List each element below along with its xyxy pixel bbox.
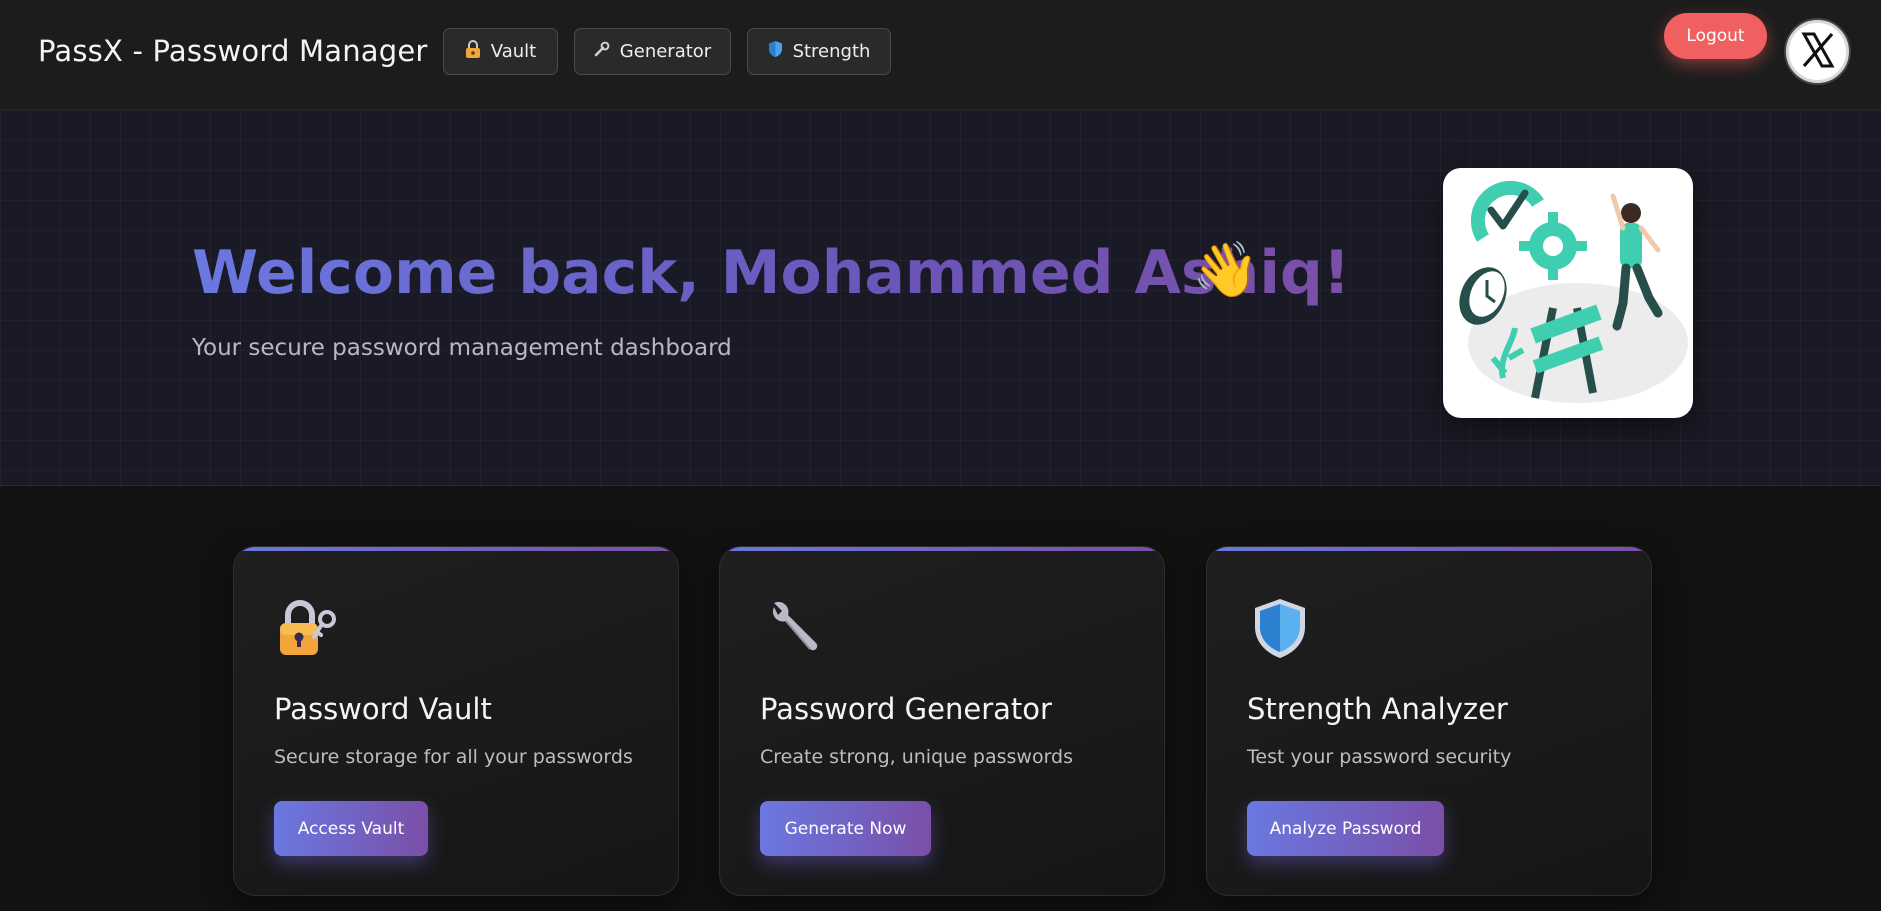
nav-strength-label: Strength (792, 41, 871, 62)
nav-strength-button[interactable]: Strength (747, 28, 891, 75)
strength-card: Strength Analyzer Test your password sec… (1206, 546, 1652, 896)
strength-card-description: Test your password security (1247, 746, 1512, 768)
top-bar: PassX - Password Manager Vault Generator (0, 0, 1881, 110)
wrench-icon (594, 41, 610, 62)
vault-card: Password Vault Secure storage for all yo… (233, 546, 679, 896)
vault-card-description: Secure storage for all your passwords (274, 746, 633, 768)
app-title: PassX - Password Manager (38, 34, 428, 68)
lock-icon (465, 40, 481, 63)
generate-now-button[interactable]: Generate Now (760, 801, 931, 856)
avatar[interactable] (1786, 20, 1849, 83)
vault-card-title: Password Vault (274, 692, 492, 726)
wave-icon: 👋 (1192, 238, 1260, 301)
nav-vault-button[interactable]: Vault (443, 28, 558, 75)
welcome-heading: Welcome back, Mohammed Ashiq! (192, 238, 1351, 308)
lock-key-icon (274, 595, 340, 661)
shield-icon (768, 40, 783, 63)
wrench-icon (760, 595, 826, 661)
hero-banner: Welcome back, Mohammed Ashiq! 👋 Your sec… (0, 110, 1881, 486)
nav-generator-button[interactable]: Generator (574, 28, 731, 75)
analyze-password-button[interactable]: Analyze Password (1247, 801, 1444, 856)
generator-card-title: Password Generator (760, 692, 1052, 726)
shield-icon (1247, 595, 1313, 661)
generator-card-description: Create strong, unique passwords (760, 746, 1074, 768)
logout-button[interactable]: Logout (1664, 13, 1767, 59)
welcome-subtitle: Your secure password management dashboar… (192, 335, 732, 361)
generator-card: Password Generator Create strong, unique… (719, 546, 1165, 896)
x-logo-icon (1796, 28, 1840, 76)
strength-card-title: Strength Analyzer (1247, 692, 1508, 726)
access-vault-button[interactable]: Access Vault (274, 801, 428, 856)
nav-generator-label: Generator (619, 41, 712, 62)
work-in-progress-illustration (1443, 168, 1693, 418)
nav-vault-label: Vault (490, 41, 537, 62)
